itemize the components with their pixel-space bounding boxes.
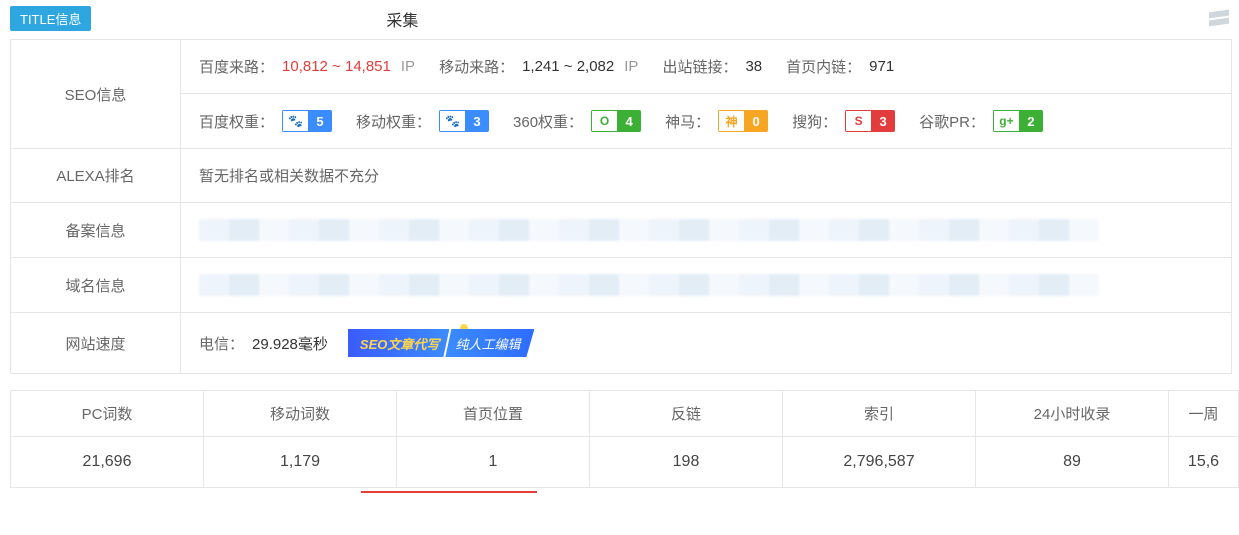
isp-value: 29.928毫秒 xyxy=(252,333,328,354)
stats-24h-value: 89 xyxy=(976,437,1169,488)
stats-index-value: 2,796,587 xyxy=(783,437,976,488)
sogou-rank-label: 搜狗： xyxy=(792,111,837,132)
mobile-rank-label: 移动权重： xyxy=(356,111,431,132)
shenma-rank-badge[interactable]: 神 0 xyxy=(718,110,768,132)
baidu-rank-label: 百度权重： xyxy=(199,111,274,132)
ip-unit: IP xyxy=(401,58,415,75)
stats-header-backlink[interactable]: 反链 xyxy=(590,391,783,437)
stats-backlink-value: 198 xyxy=(590,437,783,488)
mobile-rank-badge[interactable]: 🐾 3 xyxy=(439,110,489,132)
stats-week-value: 15,6 xyxy=(1169,437,1239,488)
ip-unit: IP xyxy=(624,58,638,75)
sogou-icon: S xyxy=(845,110,871,132)
stats-pc-value: 21,696 xyxy=(11,437,204,488)
stats-homepos-value: 1 xyxy=(397,437,590,488)
stats-table: PC词数 移动词数 首页位置 反链 索引 24小时收录 一周 21,696 1,… xyxy=(10,390,1239,488)
innerlinks-value: 971 xyxy=(869,58,894,75)
stats-header-mobile[interactable]: 移动词数 xyxy=(204,391,397,437)
stats-row: 21,696 1,179 1 198 2,796,587 89 15,6 xyxy=(11,437,1239,488)
speed-label: 网站速度 xyxy=(11,313,181,374)
baidu-traffic-label: 百度来路： xyxy=(199,56,274,77)
domain-redacted xyxy=(199,274,1099,296)
alexa-label: ALEXA排名 xyxy=(11,149,181,203)
baidu-traffic-value: 10,812 ~ 14,851 xyxy=(282,58,391,75)
baidu-rank-value: 5 xyxy=(308,110,332,132)
google-rank-value: 2 xyxy=(1019,110,1043,132)
seo-info-label: SEO信息 xyxy=(11,40,181,149)
s360-rank-value: 4 xyxy=(617,110,641,132)
seo-traffic-row: 百度来路： 10,812 ~ 14,851 IP 移动来路： 1,241 ~ 2… xyxy=(181,40,1231,94)
baidu-mobile-icon: 🐾 xyxy=(439,110,465,132)
shenma-icon: 神 xyxy=(718,110,744,132)
domain-label: 域名信息 xyxy=(11,258,181,313)
seo-info-table: SEO信息 百度来路： 10,812 ~ 14,851 IP 移动来路： 1,2… xyxy=(10,39,1232,374)
google-rank-label: 谷歌PR： xyxy=(919,111,985,132)
seo-promo-banner[interactable]: SEO文章代写 纯人工编辑 xyxy=(348,329,534,357)
stats-header-homepos[interactable]: 首页位置 xyxy=(397,391,590,437)
s360-rank-badge[interactable]: O 4 xyxy=(591,110,641,132)
s360-icon: O xyxy=(591,110,617,132)
stats-header-index[interactable]: 索引 xyxy=(783,391,976,437)
alexa-value: 暂无排名或相关数据不充分 xyxy=(181,149,1232,203)
stats-header-24h[interactable]: 24小时收录 xyxy=(976,391,1169,437)
google-rank-badge[interactable]: g+ 2 xyxy=(993,110,1043,132)
shenma-rank-label: 神马： xyxy=(665,111,710,132)
page-title-suffix: 采集 xyxy=(101,7,418,31)
baidu-icon: 🐾 xyxy=(282,110,308,132)
stats-header-week[interactable]: 一周 xyxy=(1169,391,1239,437)
stats-header-pc[interactable]: PC词数 xyxy=(11,391,204,437)
beian-redacted xyxy=(199,219,1099,241)
mobile-traffic-value: 1,241 ~ 2,082 xyxy=(522,58,614,75)
mobile-rank-value: 3 xyxy=(465,110,489,132)
sogou-rank-value: 3 xyxy=(871,110,895,132)
sogou-rank-badge[interactable]: S 3 xyxy=(845,110,895,132)
innerlinks-label: 首页内链： xyxy=(786,56,861,77)
title-info-badge: TITLE信息 xyxy=(10,6,91,31)
baidu-rank-badge[interactable]: 🐾 5 xyxy=(282,110,332,132)
title-bar: TITLE信息 采集 xyxy=(0,0,1239,39)
s360-rank-label: 360权重： xyxy=(513,111,583,132)
stats-mobile-value: 1,179 xyxy=(204,437,397,488)
beian-label: 备案信息 xyxy=(11,203,181,258)
promo-left-text: SEO文章代写 xyxy=(348,329,449,357)
shenma-rank-value: 0 xyxy=(744,110,768,132)
outlinks-value: 38 xyxy=(745,58,762,75)
mobile-traffic-label: 移动来路： xyxy=(439,56,514,77)
promo-right-text: 纯人工编辑 xyxy=(445,329,534,357)
layers-icon[interactable] xyxy=(1209,11,1229,27)
google-icon: g+ xyxy=(993,110,1019,132)
isp-label: 电信： xyxy=(199,333,244,354)
stats-underline-bars xyxy=(10,490,1239,494)
seo-rank-row: 百度权重： 🐾 5 移动权重： 🐾 3 360权重： xyxy=(181,94,1231,148)
outlinks-label: 出站链接： xyxy=(662,56,737,77)
title-left: TITLE信息 采集 xyxy=(10,6,418,31)
